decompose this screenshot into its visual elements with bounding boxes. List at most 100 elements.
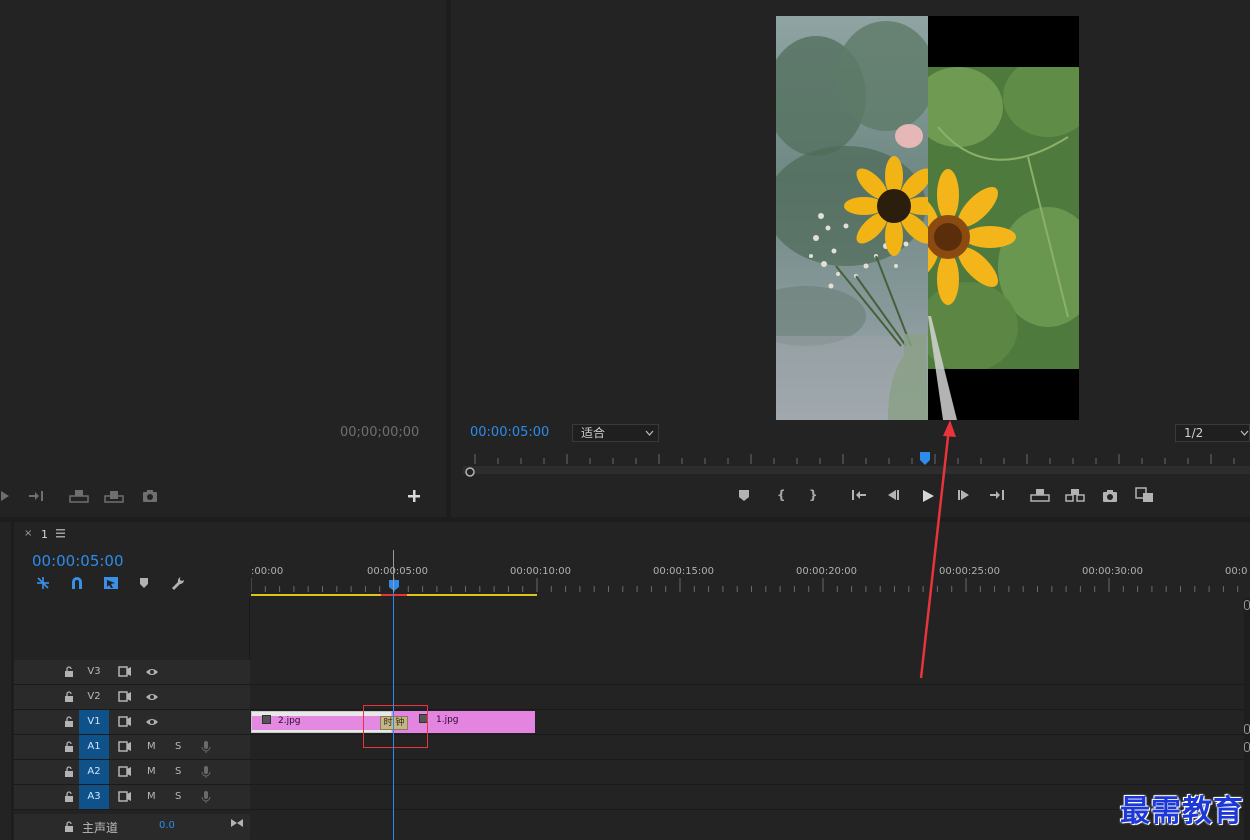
master-label: 主声道 xyxy=(82,821,119,835)
camera-icon[interactable] xyxy=(142,489,158,503)
add-marker-icon[interactable] xyxy=(738,489,750,503)
track-header: A1 M S xyxy=(14,735,250,759)
go-to-out-icon[interactable] xyxy=(988,489,1006,501)
track-lane[interactable] xyxy=(251,785,1245,809)
solo-button[interactable]: S xyxy=(175,741,181,752)
close-icon[interactable]: × xyxy=(24,528,32,539)
timeline-timecode[interactable]: 00:00:05:00 xyxy=(32,552,124,570)
sync-lock-icon[interactable] xyxy=(118,766,132,777)
eye-icon[interactable] xyxy=(145,667,159,677)
track-lane[interactable] xyxy=(251,760,1245,784)
extract-icon[interactable] xyxy=(1065,488,1085,502)
program-monitor: 00:00:05:00 适合 1/2 { } xyxy=(451,0,1250,517)
nest-toggle-icon[interactable] xyxy=(36,576,50,590)
sync-lock-icon[interactable] xyxy=(118,791,132,802)
mute-button[interactable]: M xyxy=(147,791,156,802)
lock-icon[interactable] xyxy=(64,741,74,752)
mark-out-icon[interactable]: } xyxy=(809,488,818,502)
wrench-icon[interactable] xyxy=(171,576,185,590)
source-timecode: 00;00;00;00 xyxy=(340,425,420,440)
ruler-label: 00:00:05:00 xyxy=(367,566,429,577)
add-button-icon[interactable] xyxy=(408,490,420,502)
resolution-select[interactable]: 1/2 xyxy=(1175,424,1250,442)
lock-icon[interactable] xyxy=(64,791,74,802)
track-a3: A3 M S xyxy=(14,785,1250,810)
sync-lock-icon[interactable] xyxy=(118,716,132,727)
track-header: V1 xyxy=(14,710,250,734)
track-name: V2 xyxy=(87,691,101,702)
panel-menu-icon[interactable] xyxy=(56,528,66,541)
step-forward-icon[interactable] xyxy=(956,489,972,501)
time-ruler[interactable]: :00:00 00:00:05:00 00:00:10:00 00:00:15:00 0… xyxy=(251,522,1250,598)
mark-in-icon[interactable]: { xyxy=(777,488,786,502)
empty-track-header-space xyxy=(14,598,250,660)
master-track: 主声道 0.0 xyxy=(14,814,1250,840)
lock-icon[interactable] xyxy=(64,666,74,677)
snap-magnet-icon[interactable] xyxy=(70,576,84,590)
solo-button[interactable]: S xyxy=(175,766,181,777)
mute-button[interactable]: M xyxy=(147,741,156,752)
lock-icon[interactable] xyxy=(64,766,74,777)
solo-button[interactable]: S xyxy=(175,791,181,802)
lock-icon[interactable] xyxy=(64,691,74,702)
ruler-label: 00:00:10:00 xyxy=(510,566,572,577)
track-v3: V3 xyxy=(14,660,1250,685)
lift-icon[interactable] xyxy=(1030,488,1050,502)
ruler-label: 00:00:15:00 xyxy=(653,566,715,577)
bowtie-icon[interactable] xyxy=(230,818,244,828)
program-timecode[interactable]: 00:00:05:00 xyxy=(470,425,549,440)
microphone-icon[interactable] xyxy=(201,740,211,754)
playhead-marker-icon[interactable] xyxy=(919,452,931,466)
insert-icon[interactable] xyxy=(69,489,89,503)
track-v2: V2 xyxy=(14,685,1250,710)
eye-icon[interactable] xyxy=(145,692,159,702)
track-target-toggle[interactable]: A2 xyxy=(79,760,109,784)
playhead-line xyxy=(393,592,394,840)
lock-icon[interactable] xyxy=(64,716,74,727)
eye-icon[interactable] xyxy=(145,717,159,727)
microphone-icon[interactable] xyxy=(201,790,211,804)
vertical-scrollbar[interactable] xyxy=(1244,598,1250,840)
ruler-label: 00:00:30:00 xyxy=(1082,566,1144,577)
play-icon[interactable] xyxy=(921,489,935,503)
track-name: V3 xyxy=(87,666,101,677)
empty-track-space xyxy=(251,598,1245,660)
track-target-toggle[interactable]: V1 xyxy=(79,710,109,734)
track-header: V2 xyxy=(14,685,250,709)
overwrite-icon[interactable] xyxy=(104,489,124,503)
program-scrubber[interactable] xyxy=(463,452,1250,480)
step-back-icon[interactable] xyxy=(885,489,901,501)
sync-lock-icon[interactable] xyxy=(118,691,132,702)
clip-1-name: 1.jpg xyxy=(436,715,459,725)
clip-2-name: 2.jpg xyxy=(278,716,301,726)
program-viewer[interactable] xyxy=(776,16,1079,420)
microphone-icon[interactable] xyxy=(201,765,211,779)
master-track-header: 主声道 0.0 xyxy=(14,814,250,840)
sync-lock-icon[interactable] xyxy=(118,666,132,677)
lock-icon[interactable] xyxy=(64,821,74,832)
track-a2: A2 M S xyxy=(14,760,1250,785)
playhead-marker-icon[interactable] xyxy=(388,580,400,592)
comparison-view-icon[interactable] xyxy=(1135,487,1155,503)
master-volume[interactable]: 0.0 xyxy=(159,820,175,831)
mute-button[interactable]: M xyxy=(147,766,156,777)
track-header: V3 xyxy=(14,660,250,684)
go-to-in-icon[interactable] xyxy=(850,489,868,501)
track-lane[interactable] xyxy=(251,660,1245,684)
add-marker-icon[interactable] xyxy=(139,577,149,589)
fx-badge-icon xyxy=(262,715,271,724)
resolution-select-value: 1/2 xyxy=(1184,426,1204,440)
sequence-tab[interactable]: 1 xyxy=(41,528,48,541)
play-icon[interactable] xyxy=(0,490,10,502)
track-target-toggle[interactable]: A1 xyxy=(79,735,109,759)
ruler-label: 00:00:25:00 xyxy=(939,566,1001,577)
fit-select[interactable]: 适合 xyxy=(572,424,659,442)
sync-lock-icon[interactable] xyxy=(118,741,132,752)
go-to-out-icon[interactable] xyxy=(27,490,45,502)
export-frame-icon[interactable] xyxy=(1102,489,1118,503)
track-v1: V1 xyxy=(14,710,1250,735)
chevron-down-icon xyxy=(645,430,654,436)
linked-selection-icon[interactable] xyxy=(103,576,119,590)
track-target-toggle[interactable]: A3 xyxy=(79,785,109,809)
annotation-highlight-box xyxy=(363,705,428,748)
